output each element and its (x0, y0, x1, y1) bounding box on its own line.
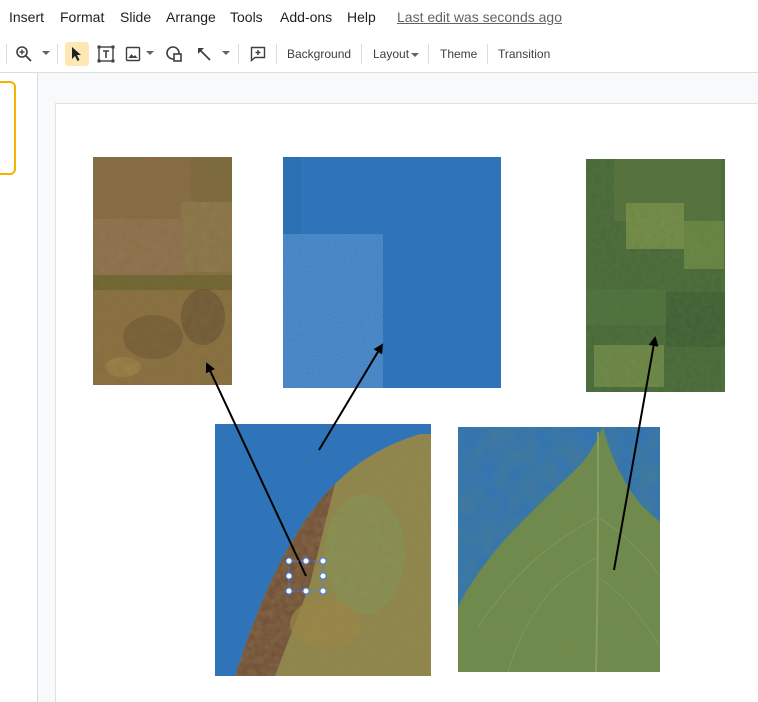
menu-slide[interactable]: Slide (120, 9, 151, 25)
menu-arrange[interactable]: Arrange (166, 9, 216, 25)
theme-button[interactable]: Theme (440, 47, 477, 61)
last-edit-link[interactable]: Last edit was seconds ago (397, 9, 562, 25)
toolbar-divider (238, 44, 239, 64)
menu-format[interactable]: Format (60, 9, 104, 25)
toolbar-divider (428, 44, 429, 64)
select-cursor-icon[interactable] (65, 42, 89, 66)
line-icon[interactable] (192, 42, 216, 66)
transition-button[interactable]: Transition (498, 47, 550, 61)
slide-filmstrip (0, 73, 38, 702)
toolbar-divider (276, 44, 277, 64)
line-dropdown-caret[interactable] (222, 51, 230, 55)
menu-tools[interactable]: Tools (230, 9, 263, 25)
menu-help[interactable]: Help (347, 9, 376, 25)
image-diseased-leaf[interactable] (215, 424, 431, 676)
zoom-dropdown-caret[interactable] (42, 51, 50, 55)
layout-dropdown-caret[interactable] (411, 53, 419, 57)
menu-insert[interactable]: Insert (9, 9, 44, 25)
image-dropdown-caret[interactable] (146, 51, 154, 55)
image-brown-texture-mosaic[interactable] (93, 157, 232, 385)
toolbar-divider (487, 44, 488, 64)
image-blue-background-mosaic[interactable] (283, 157, 501, 388)
background-button[interactable]: Background (287, 47, 351, 61)
image-icon[interactable] (121, 42, 145, 66)
menu-bar: Insert Format Slide Arrange Tools Add-on… (0, 0, 758, 36)
image-green-texture-mosaic[interactable] (586, 159, 725, 392)
toolbar: Background Layout Theme Transition (0, 36, 758, 73)
zoom-icon[interactable] (12, 42, 36, 66)
toolbar-divider (57, 44, 58, 64)
shape-icon[interactable] (162, 42, 186, 66)
text-box-icon[interactable] (94, 42, 118, 66)
slide[interactable] (56, 104, 758, 702)
image-healthy-leaf[interactable] (458, 427, 660, 672)
menu-addons[interactable]: Add-ons (280, 9, 332, 25)
layout-button[interactable]: Layout (373, 47, 409, 61)
slide-thumbnail[interactable] (0, 81, 16, 175)
toolbar-divider (6, 44, 7, 64)
comment-icon[interactable] (246, 42, 270, 66)
toolbar-divider (361, 44, 362, 64)
